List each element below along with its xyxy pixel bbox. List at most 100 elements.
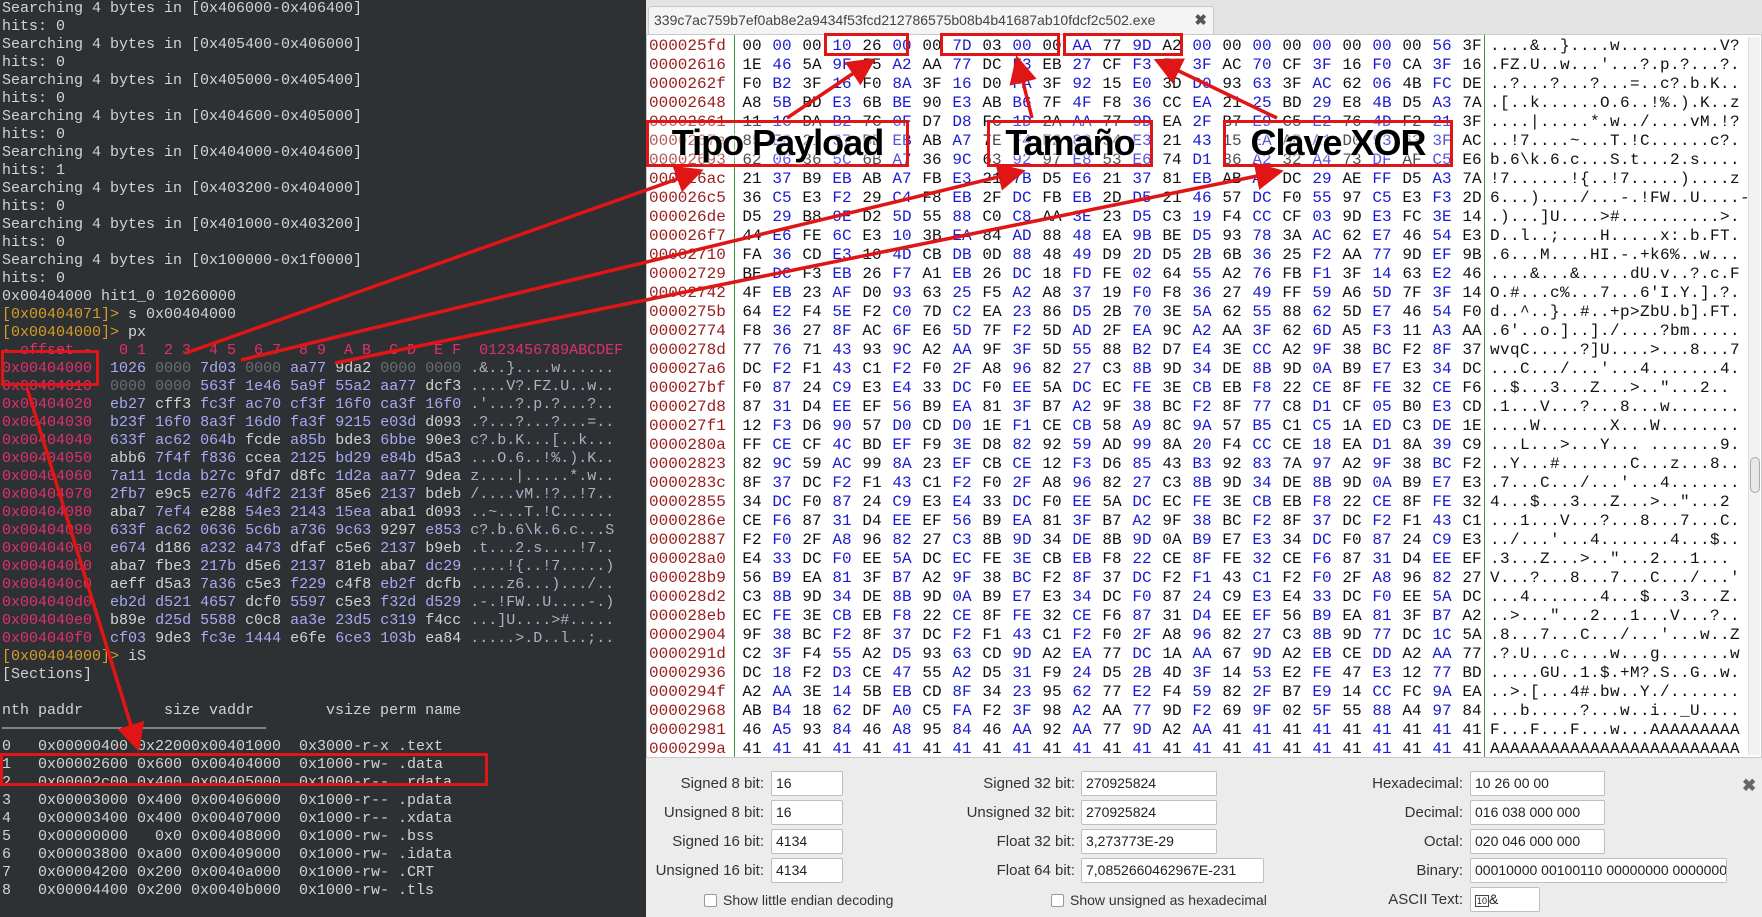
hex-byte[interactable]: 81	[977, 398, 1007, 417]
hex-byte[interactable]: F0	[1127, 284, 1157, 303]
hex-byte[interactable]: 3F	[1457, 37, 1487, 56]
hex-byte[interactable]: C2	[737, 645, 767, 664]
hex-byte[interactable]: F2	[827, 189, 857, 208]
hex-byte[interactable]: 62	[1307, 303, 1337, 322]
hex-byte[interactable]: 90	[827, 417, 857, 436]
hex-byte[interactable]: 6B	[857, 94, 887, 113]
hex-byte[interactable]: 87	[1367, 531, 1397, 550]
hex-byte[interactable]: 2F	[1187, 113, 1217, 132]
hex-byte[interactable]: 0A	[1307, 360, 1337, 379]
hex-byte[interactable]: 37	[767, 474, 797, 493]
hex-byte[interactable]: 0A	[1367, 474, 1397, 493]
hex-byte[interactable]: 97	[1337, 189, 1367, 208]
hex-byte[interactable]: F6	[1307, 550, 1337, 569]
hex-byte[interactable]: 3F	[797, 75, 827, 94]
hex-byte[interactable]: DC	[767, 493, 797, 512]
hex-byte[interactable]: 41	[1367, 721, 1397, 740]
hex-byte[interactable]: FD	[1067, 265, 1097, 284]
hex-byte[interactable]: 85	[1127, 455, 1157, 474]
hex-byte[interactable]: D5	[977, 664, 1007, 683]
hex-byte[interactable]: 41	[1067, 740, 1097, 759]
hex-byte[interactable]: D4	[797, 398, 827, 417]
hex-byte[interactable]: 59	[1067, 436, 1097, 455]
hex-byte[interactable]: 9F	[1367, 455, 1397, 474]
hex-byte[interactable]: F2	[947, 474, 977, 493]
hex-byte[interactable]: 24	[797, 379, 827, 398]
hex-byte[interactable]: 64	[1157, 265, 1187, 284]
hex-byte[interactable]: 54	[1427, 303, 1457, 322]
hex-byte[interactable]: E3	[1457, 531, 1487, 550]
hex-byte[interactable]: A8	[827, 531, 857, 550]
hex-byte[interactable]: C1	[1247, 569, 1277, 588]
hex-byte[interactable]: 32	[1457, 493, 1487, 512]
hex-byte[interactable]: 62	[1337, 227, 1367, 246]
hex-byte[interactable]: D1	[1367, 436, 1397, 455]
hex-byte[interactable]: D5	[1157, 246, 1187, 265]
hex-byte[interactable]: FE	[1307, 664, 1337, 683]
hex-byte[interactable]: 00	[797, 37, 827, 56]
hex-byte[interactable]: 2F	[797, 531, 827, 550]
hex-byte[interactable]: 9D	[1127, 37, 1157, 56]
hex-byte[interactable]: 55	[1247, 303, 1277, 322]
hex-byte[interactable]: 8C	[1157, 417, 1187, 436]
hex-byte[interactable]: EB	[1277, 493, 1307, 512]
hex-byte[interactable]: EB	[767, 284, 797, 303]
hex-byte[interactable]: 59	[797, 455, 827, 474]
radare2-terminal[interactable]: Searching 4 bytes in [0x406000-0x406400]…	[0, 0, 646, 917]
hex-byte[interactable]: D9	[1097, 246, 1127, 265]
hex-byte[interactable]: AC	[1457, 132, 1487, 151]
hex-byte[interactable]: 31	[1367, 550, 1397, 569]
hex-byte[interactable]: 56	[1427, 37, 1457, 56]
hex-byte[interactable]: 2F	[1007, 474, 1037, 493]
hex-byte[interactable]: CD	[977, 645, 1007, 664]
hex-byte[interactable]: 21	[797, 132, 827, 151]
hex-byte[interactable]: 41	[1007, 740, 1037, 759]
hex-byte[interactable]: F0	[1277, 189, 1307, 208]
hex-byte[interactable]: F2	[857, 303, 887, 322]
hex-byte[interactable]: FF	[1367, 170, 1397, 189]
hex-byte[interactable]: 8F	[947, 683, 977, 702]
hex-byte[interactable]: CD	[917, 683, 947, 702]
hex-byte[interactable]: 82	[1097, 474, 1127, 493]
hex-byte[interactable]: B5	[1247, 417, 1277, 436]
hex-byte[interactable]: DD	[1367, 645, 1397, 664]
hex-byte[interactable]: CC	[1247, 436, 1277, 455]
hex-byte[interactable]: 36	[737, 189, 767, 208]
hex-byte[interactable]: AA	[1067, 721, 1097, 740]
hex-byte[interactable]: A2	[887, 56, 917, 75]
hex-byte[interactable]: FE	[1127, 379, 1157, 398]
hex-byte[interactable]: 3D	[1157, 75, 1187, 94]
little-endian-checkbox[interactable]: Show little endian decoding	[704, 892, 893, 908]
hex-byte[interactable]: AB	[737, 702, 767, 721]
hex-byte[interactable]: C0	[977, 208, 1007, 227]
hex-byte[interactable]: 1A	[1337, 417, 1367, 436]
hex-byte[interactable]: 63	[1397, 265, 1427, 284]
hex-byte[interactable]: DC	[1097, 588, 1127, 607]
hex-byte[interactable]: 77	[737, 341, 767, 360]
hex-byte[interactable]: 02	[1277, 702, 1307, 721]
hex-byte[interactable]: 29	[857, 189, 887, 208]
hex-byte[interactable]: 99	[1127, 436, 1157, 455]
decimal-field[interactable]: 016 038 000 000	[1470, 800, 1605, 825]
hex-byte[interactable]: 77	[1457, 645, 1487, 664]
hex-byte[interactable]: C1	[857, 360, 887, 379]
hex-byte[interactable]: EA	[1457, 683, 1487, 702]
hex-byte[interactable]: 62	[1217, 303, 1247, 322]
hex-byte[interactable]: B7	[1217, 113, 1247, 132]
hex-byte[interactable]: AA	[1427, 645, 1457, 664]
hex-byte[interactable]: 3F	[1397, 607, 1427, 626]
hex-byte[interactable]: CE	[737, 512, 767, 531]
vertical-scrollbar[interactable]	[1748, 37, 1760, 755]
hex-byte[interactable]: A2	[1067, 702, 1097, 721]
hex-byte[interactable]: 87	[1157, 588, 1187, 607]
hex-byte[interactable]: 87	[1337, 550, 1367, 569]
hex-byte[interactable]: D4	[1187, 607, 1217, 626]
hex-byte[interactable]: 55	[917, 664, 947, 683]
hex-byte[interactable]: 41	[1037, 740, 1067, 759]
hex-byte[interactable]: 3E	[797, 607, 827, 626]
hex-byte[interactable]: 00	[737, 37, 767, 56]
hex-byte[interactable]: 56	[1277, 607, 1307, 626]
hex-byte[interactable]: C1	[1457, 512, 1487, 531]
hex-byte[interactable]: 63	[947, 645, 977, 664]
hex-byte[interactable]: EB	[1067, 189, 1097, 208]
